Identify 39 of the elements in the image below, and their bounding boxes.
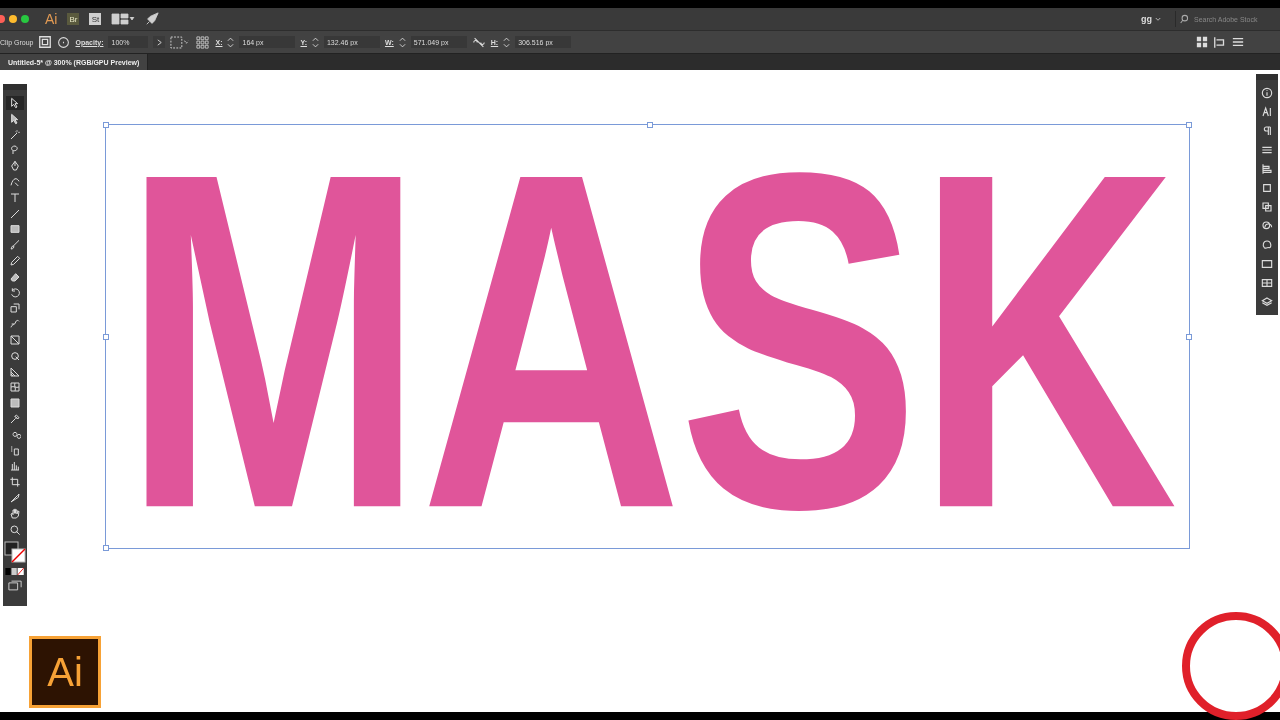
reference-point-icon[interactable] [195,34,211,50]
selection-handle[interactable] [103,122,109,128]
menu-list-icon[interactable] [1232,36,1244,48]
gradient-swatch-icon[interactable] [1259,257,1275,271]
selection-handle[interactable] [1186,122,1192,128]
align-left-icon[interactable] [1213,35,1227,49]
stepper-icon[interactable] [227,35,235,49]
selection-handle[interactable] [1186,334,1192,340]
layers-icon[interactable] [1259,295,1275,309]
screen-mode-icon[interactable] [8,579,22,591]
stepper-icon[interactable] [398,35,406,49]
workspace-switcher[interactable]: gg [1137,14,1165,24]
align-icon[interactable] [1259,162,1275,176]
workspace-layout-icon[interactable] [111,12,136,26]
edit-clipping-path-icon[interactable] [38,35,53,49]
image-grid-icon[interactable] [1259,276,1275,290]
pathfinder-icon[interactable] [1259,200,1275,214]
search-icon [1180,13,1191,25]
selection-handle[interactable] [103,545,109,551]
opacity-arrow-button[interactable] [153,36,166,48]
fill-stroke-swatches-icon[interactable] [4,541,26,564]
illustrator-logo: Ai [29,636,101,708]
stepper-icon[interactable] [503,35,511,49]
stock-button[interactable]: St [89,13,102,25]
chevron-down-icon [1155,16,1161,22]
info-icon[interactable] [1259,86,1275,100]
color-modes-icon[interactable] [5,568,25,576]
dashed-selection-icon[interactable] [170,35,191,49]
app-logo: Ai [45,11,58,27]
chevron-right-icon [156,38,163,46]
rocket-icon[interactable] [145,12,160,26]
minimize-window-dot[interactable] [9,15,17,23]
bridge-button[interactable]: Br [67,13,80,25]
selection-handle[interactable] [103,334,109,340]
edit-contents-icon[interactable] [57,35,71,49]
zoom-window-dot[interactable] [21,15,29,23]
selection-handle[interactable] [647,122,653,128]
grid-squares-icon[interactable] [1196,36,1208,48]
stepper-icon[interactable] [311,35,319,49]
